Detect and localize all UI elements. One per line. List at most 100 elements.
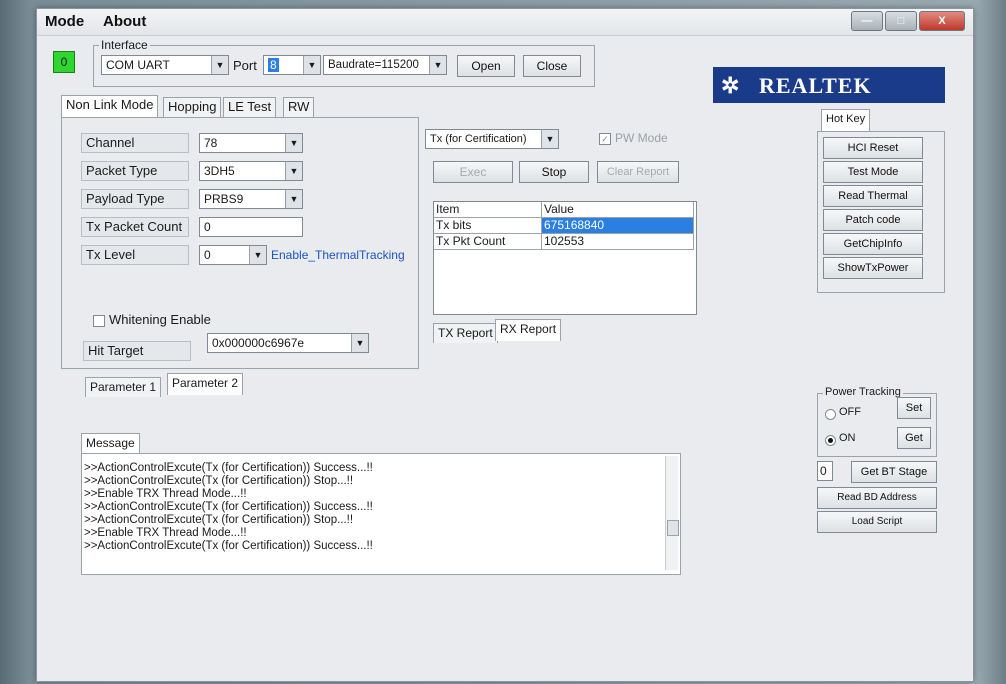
chevron-down-icon: ▼ xyxy=(303,56,320,74)
enable-thermal-tracking-link[interactable]: Enable_ThermalTracking xyxy=(271,248,405,262)
table-cell-value: 675168840 xyxy=(542,218,694,234)
exec-button[interactable]: Exec xyxy=(433,161,513,183)
payload-type-select[interactable]: PRBS9 ▼ xyxy=(199,189,303,209)
read-thermal-button[interactable]: Read Thermal xyxy=(823,185,923,207)
load-script-button[interactable]: Load Script xyxy=(817,511,937,533)
tx-level-select-value: 0 xyxy=(204,248,211,262)
menu-about[interactable]: About xyxy=(103,13,146,30)
tx-level-select[interactable]: 0 ▼ xyxy=(199,245,267,265)
bt-stage-field[interactable]: 0 xyxy=(817,461,833,481)
payload-type-select-value: PRBS9 xyxy=(204,192,244,206)
hit-target-select[interactable]: 0x000000c6967e ▼ xyxy=(207,333,369,353)
payload-type-label: Payload Type xyxy=(81,189,189,209)
chevron-down-icon: ▼ xyxy=(249,246,266,264)
tx-report-table: Item Value Tx bits 675168840 Tx Pkt Coun… xyxy=(433,201,697,315)
chevron-down-icon: ▼ xyxy=(285,190,302,208)
chevron-down-icon: ▼ xyxy=(351,334,368,352)
get-chip-info-button[interactable]: GetChipInfo xyxy=(823,233,923,255)
tab-message[interactable]: Message xyxy=(81,433,140,455)
tab-non-link-mode[interactable]: Non Link Mode xyxy=(61,95,159,117)
hit-target-label: Hit Target xyxy=(83,341,191,361)
read-bd-address-button[interactable]: Read BD Address xyxy=(817,487,937,509)
open-button[interactable]: Open xyxy=(457,55,515,77)
pw-mode-checkbox[interactable]: ✓ xyxy=(599,133,611,145)
clear-report-button[interactable]: Clear Report xyxy=(597,161,679,183)
channel-label: Channel xyxy=(81,133,189,153)
chevron-down-icon: ▼ xyxy=(541,130,558,148)
tx-packet-count-label: Tx Packet Count xyxy=(81,217,189,237)
chevron-down-icon: ▼ xyxy=(211,56,228,74)
tab-rw[interactable]: RW xyxy=(283,97,315,117)
tx-level-label: Tx Level xyxy=(81,245,189,265)
power-tracking-title: Power Tracking xyxy=(823,386,903,398)
realtek-logo-text: REALTEK xyxy=(759,73,872,98)
chevron-down-icon: ▼ xyxy=(285,162,302,180)
tab-parameter-1[interactable]: Parameter 1 xyxy=(85,377,162,397)
close-button[interactable]: Close xyxy=(523,55,581,77)
parameter-panel xyxy=(61,117,419,369)
stop-button[interactable]: Stop xyxy=(519,161,589,183)
message-log[interactable]: >>ActionControlExcute(Tx (for Certificat… xyxy=(81,453,681,575)
table-cell-item: Tx Pkt Count xyxy=(434,234,542,250)
patch-code-button[interactable]: Patch code xyxy=(823,209,923,231)
tab-hot-key[interactable]: Hot Key xyxy=(821,109,871,131)
channel-select-value: 78 xyxy=(204,136,218,150)
whitening-checkbox[interactable] xyxy=(93,315,105,327)
app-window: Mode About — □ X 0 Interface COM UART ▼ … xyxy=(36,8,974,682)
log-line: >>ActionControlExcute(Tx (for Certificat… xyxy=(84,475,354,487)
log-line: >>Enable TRX Thread Mode...!! xyxy=(84,527,247,539)
crab-icon: ✲ xyxy=(721,73,741,98)
close-window-button[interactable]: X xyxy=(919,11,965,31)
tx-mode-select[interactable]: Tx (for Certification) ▼ xyxy=(425,129,559,149)
port-select[interactable]: 8 ▼ xyxy=(263,55,321,75)
tab-tx-report[interactable]: TX Report xyxy=(433,323,498,343)
menu-mode[interactable]: Mode xyxy=(45,13,84,30)
status-indicator: 0 xyxy=(53,51,75,73)
table-header-row: Item Value xyxy=(434,202,696,218)
test-mode-button[interactable]: Test Mode xyxy=(823,161,923,183)
log-line: >>ActionControlExcute(Tx (for Certificat… xyxy=(84,514,354,526)
tab-le-test[interactable]: LE Test xyxy=(223,97,277,117)
tx-packet-count-value: 0 xyxy=(204,220,211,234)
table-header-item: Item xyxy=(434,202,542,218)
packet-type-select-value: 3DH5 xyxy=(204,164,235,178)
menu-bar: Mode About — □ X xyxy=(37,9,973,36)
power-set-button[interactable]: Set xyxy=(897,397,931,419)
tab-parameter-2[interactable]: Parameter 2 xyxy=(167,373,244,395)
power-on-label: ON xyxy=(839,432,856,444)
maximize-button[interactable]: □ xyxy=(885,11,917,31)
power-on-radio[interactable] xyxy=(825,435,836,446)
tx-packet-count-field[interactable]: 0 xyxy=(199,217,303,237)
baudrate-select-value: Baudrate=115200 xyxy=(328,59,419,71)
get-bt-stage-button[interactable]: Get BT Stage xyxy=(851,461,937,483)
whitening-label: Whitening Enable xyxy=(109,312,211,327)
channel-select[interactable]: 78 ▼ xyxy=(199,133,303,153)
chevron-down-icon: ▼ xyxy=(429,56,446,74)
log-line: >>ActionControlExcute(Tx (for Certificat… xyxy=(84,540,373,552)
power-off-radio[interactable] xyxy=(825,409,836,420)
interface-select[interactable]: COM UART ▼ xyxy=(101,55,229,75)
power-off-label: OFF xyxy=(839,406,861,418)
log-line: >>ActionControlExcute(Tx (for Certificat… xyxy=(84,462,373,474)
baudrate-select[interactable]: Baudrate=115200 ▼ xyxy=(323,55,447,75)
log-line: >>ActionControlExcute(Tx (for Certificat… xyxy=(84,501,373,513)
tab-hopping[interactable]: Hopping xyxy=(163,97,222,117)
realtek-logo: ✲ REALTEK xyxy=(713,67,945,103)
scrollbar-thumb[interactable] xyxy=(667,520,679,536)
log-line: >>Enable TRX Thread Mode...!! xyxy=(84,488,247,500)
table-row[interactable]: Tx bits 675168840 xyxy=(434,218,696,234)
minimize-button[interactable]: — xyxy=(851,11,883,31)
interface-group-title: Interface xyxy=(99,38,150,52)
table-row[interactable]: Tx Pkt Count 102553 xyxy=(434,234,696,250)
packet-type-select[interactable]: 3DH5 ▼ xyxy=(199,161,303,181)
show-tx-power-button[interactable]: ShowTxPower xyxy=(823,257,923,279)
port-select-value: 8 xyxy=(268,58,279,72)
table-cell-value: 102553 xyxy=(542,234,694,250)
packet-type-label: Packet Type xyxy=(81,161,189,181)
message-scrollbar[interactable] xyxy=(665,456,679,570)
tab-rx-report[interactable]: RX Report xyxy=(495,319,562,341)
hci-reset-button[interactable]: HCI Reset xyxy=(823,137,923,159)
port-label: Port xyxy=(233,58,257,73)
power-get-button[interactable]: Get xyxy=(897,427,931,449)
bt-stage-value: 0 xyxy=(820,464,827,478)
